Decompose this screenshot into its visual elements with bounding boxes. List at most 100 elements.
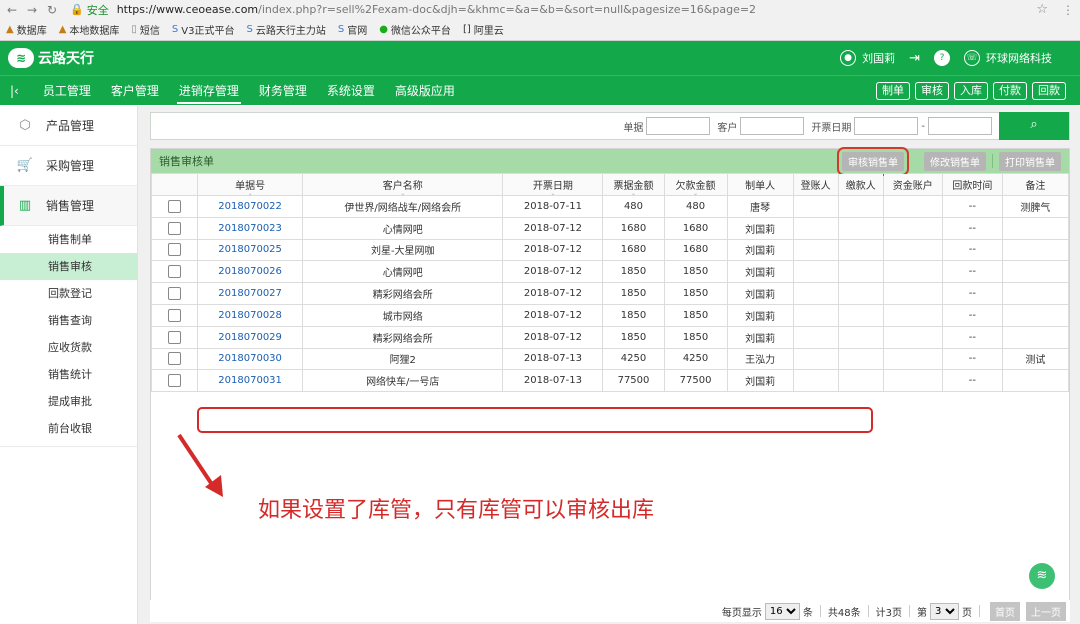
page-select[interactable]: 3	[930, 602, 959, 620]
table-row[interactable]: 2018070023 心情网吧 2018-07-12 1680 1680 刘国莉 --	[150, 216, 1070, 240]
first-page-button[interactable]: 首页	[990, 601, 1020, 621]
column-header[interactable]: 票据金额 ⌄	[602, 173, 665, 196]
prev-page-button[interactable]: 上一页	[1026, 601, 1066, 621]
reload-icon[interactable]: ↻	[46, 3, 58, 17]
payer-cell	[837, 260, 884, 284]
table-row[interactable]: 2018070026 心情网吧 2018-07-12 1850 1850 刘国莉 --	[150, 260, 1070, 284]
doc-number-cell[interactable]: 2018070022	[197, 195, 304, 218]
quick-audit-button[interactable]: 审核	[915, 81, 949, 100]
submenu-sales-audit[interactable]: 销售审核	[0, 253, 137, 280]
sidebar-item-product[interactable]: ⬡ 产品管理	[0, 106, 137, 146]
submenu-sales-query[interactable]: 销售查询	[0, 307, 137, 334]
row-checkbox[interactable]	[168, 352, 182, 366]
column-header[interactable]: 开票日期 ⌄	[502, 173, 604, 196]
bookmark-item[interactable]: S V3正式平台	[172, 22, 235, 37]
bookmark-item[interactable]: [] 阿里云	[463, 22, 504, 37]
audit-sales-button[interactable]: 审核销售单	[837, 146, 909, 176]
browser-menu-icon[interactable]: ⋮	[1062, 3, 1074, 17]
doc-number-cell[interactable]: 2018070031	[197, 369, 304, 393]
sidebar-item-purchase[interactable]: 🛒 采购管理	[0, 146, 137, 186]
user-menu[interactable]: ● 刘国莉	[840, 50, 895, 66]
back-icon[interactable]: ←	[6, 3, 18, 17]
secure-indicator[interactable]: 🔒 安全	[70, 2, 109, 18]
doc-number-cell[interactable]: 2018070029	[197, 325, 304, 349]
date-from-input[interactable]	[854, 117, 919, 135]
row-checkbox[interactable]	[168, 199, 182, 213]
table-row[interactable]: 2018070030 阿狸2 2018-07-13 4250 4250 王泓力 -- 测试	[150, 347, 1070, 371]
table-row[interactable]: 2018070025 刘星-大星网咖 2018-07-12 1680 1680 刘国莉 --	[150, 238, 1070, 262]
nav-settings[interactable]: 系统设置	[317, 76, 385, 106]
nav-advanced[interactable]: 高级版应用	[385, 76, 465, 106]
browser-chrome: ← → ↻ 🔒 安全 https://www.ceoease.com/index…	[0, 0, 1080, 41]
debt-amount-cell: 1850	[663, 282, 728, 305]
bookmark-item[interactable]: ▲ 数据库	[6, 22, 47, 37]
column-header: 资金账户	[882, 173, 943, 196]
row-checkbox[interactable]	[168, 243, 182, 257]
submenu-pos[interactable]: 前台收银	[0, 415, 137, 442]
bookmark-item[interactable]: S 官网	[338, 22, 367, 37]
nav-inventory[interactable]: 进销存管理	[169, 76, 249, 106]
search-button[interactable]: ⌕	[999, 112, 1069, 140]
print-sales-button[interactable]: 打印销售单	[999, 151, 1061, 171]
row-checkbox[interactable]	[168, 374, 182, 388]
row-checkbox[interactable]	[168, 221, 182, 235]
payer-cell	[837, 347, 884, 371]
row-checkbox[interactable]	[168, 265, 182, 279]
submenu-payment-register[interactable]: 回款登记	[0, 280, 137, 307]
page-suffix: 页	[962, 607, 972, 619]
bookmark-star-icon[interactable]: ☆	[1036, 2, 1048, 17]
table-row[interactable]: 2018070029 精彩网络会所 2018-07-12 1850 1850 刘国莉 --	[150, 325, 1070, 349]
customer-name-cell: 精彩网络会所	[302, 325, 504, 349]
submenu-receivables[interactable]: 应收货款	[0, 334, 137, 361]
bookmark-label: 本地数据库	[69, 26, 120, 37]
doc-number-cell[interactable]: 2018070023	[197, 216, 304, 240]
row-checkbox[interactable]	[168, 330, 182, 344]
doc-number-cell[interactable]: 2018070026	[197, 260, 304, 284]
column-header[interactable]: 单据号 ⌄	[197, 173, 304, 196]
payment-time-cell: --	[941, 325, 1003, 349]
doc-number-cell[interactable]: 2018070025	[197, 238, 304, 262]
collapse-sidebar-icon[interactable]: |‹	[10, 84, 19, 98]
table-row[interactable]: 2018070028 城市网络 2018-07-12 1850 1850 刘国莉 --	[150, 303, 1070, 327]
doc-number-cell[interactable]: 2018070028	[197, 303, 304, 327]
submenu-commission-approval[interactable]: 提成审批	[0, 388, 137, 415]
submenu-sales-stats[interactable]: 销售统计	[0, 361, 137, 388]
column-header[interactable]: 客户名称 ⌄	[302, 173, 504, 196]
quick-create-button[interactable]: 制单	[876, 81, 910, 100]
bookmark-item[interactable]: S 云路天行主力站	[246, 22, 325, 37]
address-bar[interactable]: https://www.ceoease.com/index.php?r=sell…	[117, 3, 1029, 16]
bookmark-item[interactable]: ● 微信公众平台	[379, 22, 451, 37]
company-menu[interactable]: ☏ 环球网络科技	[964, 50, 1052, 66]
table-row[interactable]: 2018070027 精彩网络会所 2018-07-12 1850 1850 刘国莉 --	[150, 282, 1070, 305]
table-row[interactable]: 2018070022 伊世界/网络战车/网络会所 2018-07-11 480 480 唐…	[150, 195, 1070, 218]
doc-number-cell[interactable]: 2018070027	[197, 282, 304, 305]
nav-employee[interactable]: 员工管理	[33, 76, 101, 106]
quick-pay-button[interactable]: 付款	[993, 81, 1027, 100]
nav-finance[interactable]: 财务管理	[249, 76, 317, 106]
invoice-date-cell: 2018-07-12	[502, 303, 604, 327]
nav-customer[interactable]: 客户管理	[101, 76, 169, 106]
floating-logo-icon[interactable]: ≋	[1029, 563, 1055, 589]
invoice-date-cell: 2018-07-12	[502, 282, 604, 305]
forward-icon[interactable]: →	[26, 3, 38, 17]
customer-name-cell: 网络快车/一号店	[302, 369, 504, 393]
quick-receive-button[interactable]: 回款	[1032, 81, 1066, 100]
bookmark-item[interactable]: ▲ 本地数据库	[59, 22, 120, 37]
row-checkbox[interactable]	[168, 287, 182, 301]
row-checkbox[interactable]	[168, 308, 182, 322]
help-icon[interactable]: ?	[934, 50, 950, 66]
customer-input[interactable]	[740, 117, 805, 135]
bookmark-item[interactable]: ▯ 短信	[131, 22, 160, 37]
column-header[interactable]: 欠款金额 ⌄	[663, 173, 728, 196]
app-logo[interactable]: ≋ 云路天行	[8, 48, 94, 68]
submenu-sales-create[interactable]: 销售制单	[0, 226, 137, 253]
doc-number-input[interactable]	[646, 117, 711, 135]
sidebar-item-sales[interactable]: ▥ 销售管理	[0, 186, 137, 226]
doc-number-cell[interactable]: 2018070030	[197, 347, 304, 371]
logout-icon[interactable]: ⇥	[909, 51, 920, 66]
edit-sales-button[interactable]: 修改销售单	[924, 151, 986, 171]
quick-stockin-button[interactable]: 入库	[954, 81, 988, 100]
per-page-select[interactable]: 16	[764, 602, 800, 620]
table-row[interactable]: 2018070031 网络快车/一号店 2018-07-13 77500 77500 刘国…	[150, 369, 1070, 393]
date-to-input[interactable]	[928, 117, 992, 135]
